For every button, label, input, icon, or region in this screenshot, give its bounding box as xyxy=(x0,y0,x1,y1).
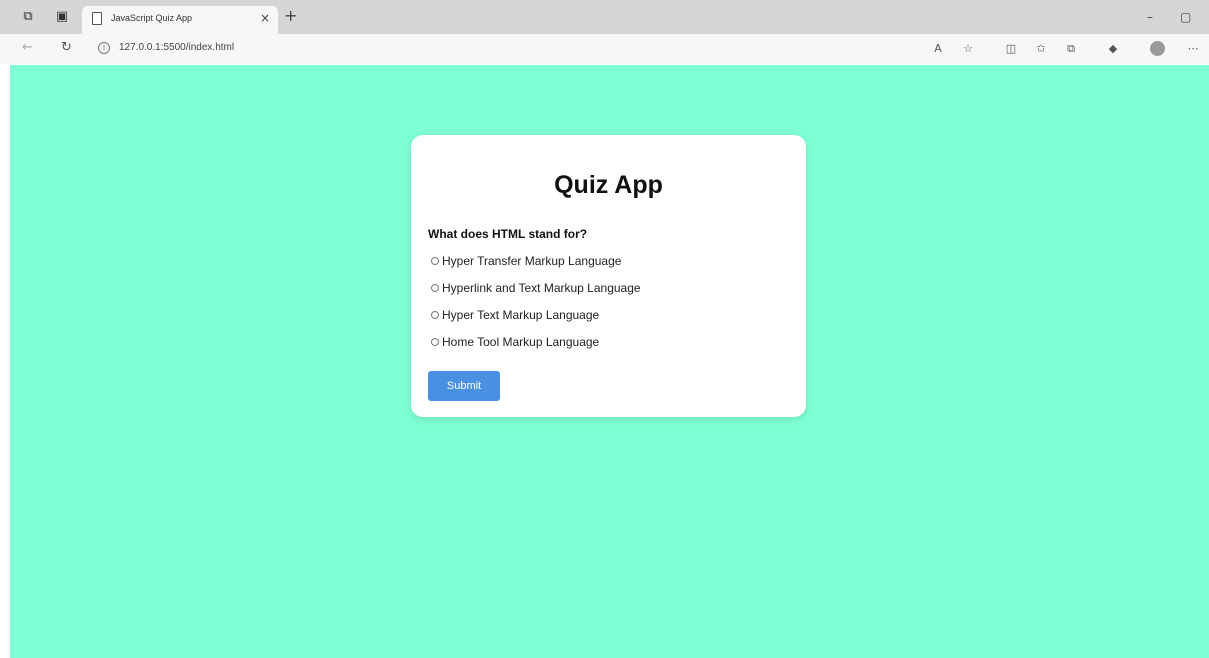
profile-icon[interactable] xyxy=(1150,41,1165,56)
tab-active[interactable]: JavaScript Quiz App × xyxy=(82,6,278,34)
favorite-star-icon[interactable]: ☆ xyxy=(961,42,975,56)
option-label: Hyper Text Markup Language xyxy=(442,308,600,322)
site-info-icon[interactable]: i xyxy=(98,42,110,54)
tab-actions-icon[interactable]: ▣ xyxy=(54,9,70,25)
browser-window: ⧉ ▣ JavaScript Quiz App × + – ▢ ← ↻ i 12… xyxy=(0,0,1209,658)
tab-strip: ⧉ ▣ JavaScript Quiz App × + – ▢ xyxy=(0,0,1209,34)
radio-button[interactable] xyxy=(431,338,439,346)
quiz-card: Quiz App What does HTML stand for? Hyper… xyxy=(411,135,806,417)
address-bar[interactable]: 127.0.0.1:5500/index.html xyxy=(119,42,234,53)
page-icon xyxy=(92,12,102,25)
option-3[interactable]: Hyper Text Markup Language xyxy=(431,307,599,323)
option-1[interactable]: Hyper Transfer Markup Language xyxy=(431,253,621,269)
option-4[interactable]: Home Tool Markup Language xyxy=(431,334,599,350)
option-label: Hyper Transfer Markup Language xyxy=(442,254,622,268)
maximize-icon[interactable]: ▢ xyxy=(1180,10,1191,24)
collections-icon[interactable]: ⧉ xyxy=(1064,42,1078,56)
address-toolbar: ← ↻ i 127.0.0.1:5500/index.html A ☆ ◫ ✩ … xyxy=(0,34,1209,64)
option-label: Home Tool Markup Language xyxy=(442,335,600,349)
new-tab-icon[interactable]: + xyxy=(284,8,297,24)
read-aloud-icon[interactable]: A xyxy=(931,42,945,56)
option-label: Hyperlink and Text Markup Language xyxy=(442,281,641,295)
workspaces-icon[interactable]: ⧉ xyxy=(20,9,36,25)
close-icon[interactable]: × xyxy=(260,11,270,25)
back-icon[interactable]: ← xyxy=(22,40,33,56)
radio-button[interactable] xyxy=(431,257,439,265)
option-2[interactable]: Hyperlink and Text Markup Language xyxy=(431,280,641,296)
refresh-icon[interactable]: ↻ xyxy=(61,40,72,56)
question-text: What does HTML stand for? xyxy=(428,227,588,241)
radio-button[interactable] xyxy=(431,311,439,319)
minimize-icon[interactable]: – xyxy=(1147,10,1153,24)
split-screen-icon[interactable]: ◫ xyxy=(1004,42,1018,56)
page-title: Quiz App xyxy=(554,171,663,199)
page-viewport: Quiz App What does HTML stand for? Hyper… xyxy=(10,65,1209,658)
radio-button[interactable] xyxy=(431,284,439,292)
extensions-icon[interactable]: ◆ xyxy=(1106,42,1120,56)
more-icon[interactable]: ⋯ xyxy=(1186,42,1200,56)
tab-title: JavaScript Quiz App xyxy=(111,13,193,23)
favorites-icon[interactable]: ✩ xyxy=(1034,42,1048,56)
submit-button[interactable]: Submit xyxy=(428,371,500,401)
